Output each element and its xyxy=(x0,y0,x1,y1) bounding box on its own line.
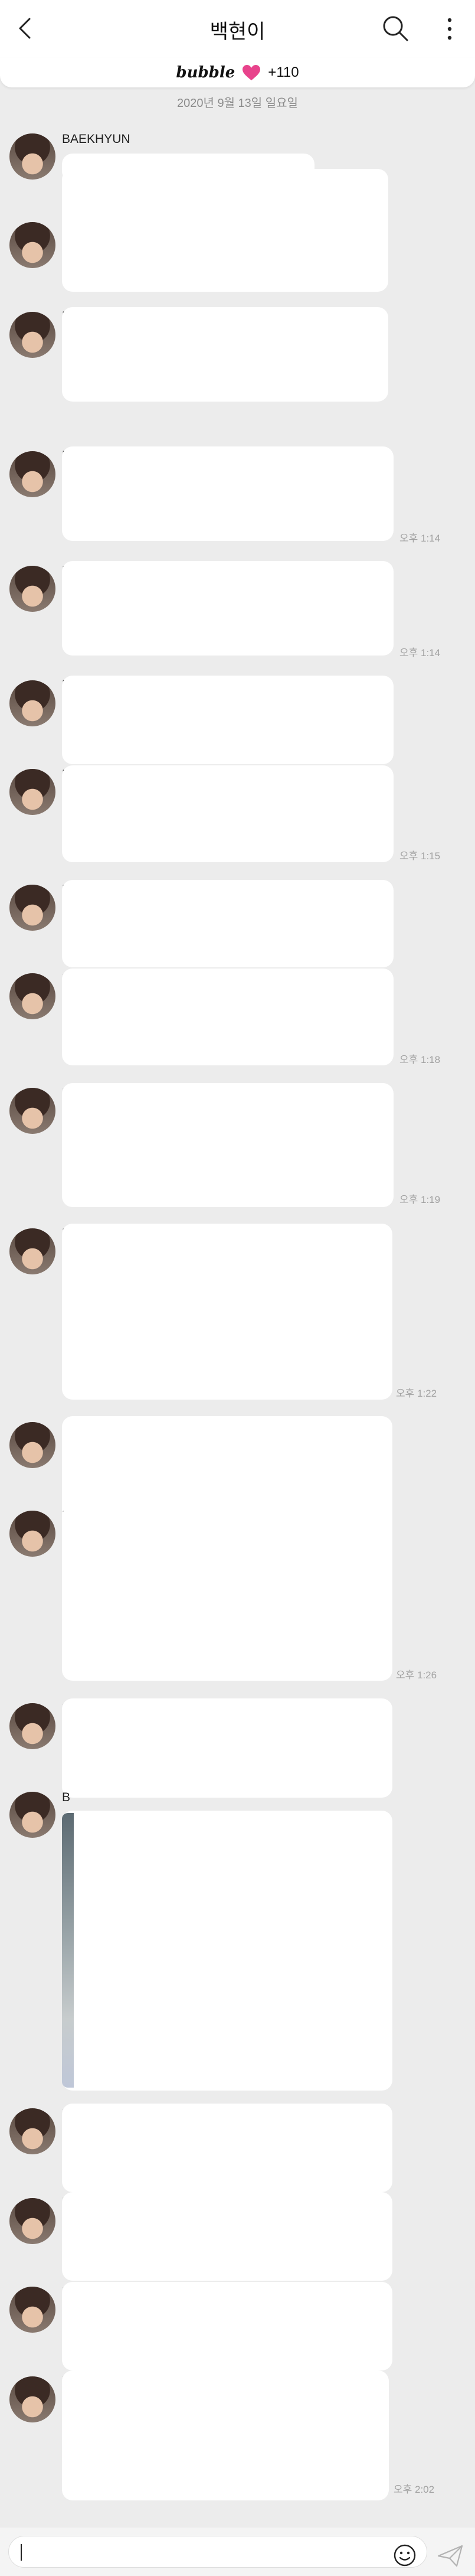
emoji-button[interactable] xyxy=(393,2544,417,2567)
avatar[interactable] xyxy=(9,566,55,612)
avatar[interactable] xyxy=(9,1422,55,1468)
heart-icon xyxy=(243,65,261,80)
avatar[interactable] xyxy=(9,2376,55,2422)
avatar[interactable] xyxy=(9,769,55,815)
send-button[interactable] xyxy=(437,2544,464,2568)
smiley-icon xyxy=(394,2544,416,2567)
more-vertical-icon xyxy=(447,18,452,40)
send-icon xyxy=(437,2545,463,2567)
avatar[interactable] xyxy=(9,222,55,268)
avatar[interactable] xyxy=(9,680,55,726)
bubble-bar[interactable]: bubble +110 xyxy=(0,58,475,87)
message-bubble[interactable] xyxy=(62,307,388,402)
date-divider: 2020년 9월 13일 일요일 xyxy=(177,97,298,110)
message-bubble[interactable] xyxy=(62,880,394,967)
message-bubble[interactable] xyxy=(62,676,394,764)
avatar[interactable] xyxy=(9,885,55,931)
message-bubble[interactable] xyxy=(62,2104,392,2192)
avatar[interactable] xyxy=(9,1088,55,1134)
avatar[interactable] xyxy=(9,451,55,497)
app-bar: 백현이 xyxy=(0,0,475,58)
more-options-button[interactable] xyxy=(441,17,458,41)
message-bubble[interactable] xyxy=(62,969,394,1065)
photo-attachment[interactable] xyxy=(62,1813,74,2088)
message-bubble[interactable] xyxy=(62,2192,392,2281)
message-time: 오후 1:15 xyxy=(399,850,441,862)
avatar[interactable] xyxy=(9,312,55,358)
message-bubble[interactable] xyxy=(62,2282,392,2370)
sender-name: BAEKHYUN xyxy=(62,132,130,146)
search-button[interactable] xyxy=(381,14,410,43)
message-bubble[interactable] xyxy=(62,561,394,656)
message-bubble[interactable] xyxy=(62,446,394,541)
message-bubble[interactable] xyxy=(62,1506,392,1681)
text-cursor xyxy=(21,2544,22,2561)
message-bubble[interactable] xyxy=(62,1811,392,2091)
message-bubble[interactable] xyxy=(62,2370,389,2500)
message-time: 오후 1:22 xyxy=(396,1388,437,1399)
message-bubble[interactable] xyxy=(62,765,394,862)
avatar[interactable] xyxy=(9,2198,55,2244)
avatar[interactable] xyxy=(9,133,55,180)
composer-bar xyxy=(0,2528,475,2576)
search-icon xyxy=(383,16,408,41)
avatar[interactable] xyxy=(9,2287,55,2333)
message-time: 오후 1:14 xyxy=(399,533,441,544)
avatar[interactable] xyxy=(9,1511,55,1557)
message-bubble[interactable] xyxy=(62,1698,392,1798)
message-input[interactable] xyxy=(8,2536,427,2568)
message-bubble[interactable] xyxy=(62,1224,392,1400)
avatar[interactable] xyxy=(9,1792,55,1838)
message-time: 오후 1:14 xyxy=(399,647,441,658)
message-time: 오후 1:26 xyxy=(396,1669,437,1681)
avatar[interactable] xyxy=(9,1228,55,1274)
message-bubble[interactable] xyxy=(62,169,388,292)
avatar[interactable] xyxy=(9,1703,55,1749)
avatar[interactable] xyxy=(9,973,55,1019)
message-time: 오후 1:19 xyxy=(399,1194,441,1205)
message-bubble[interactable] xyxy=(62,1083,394,1207)
bubble-count: +110 xyxy=(268,64,299,80)
sender-name: B xyxy=(62,1791,71,1804)
avatar[interactable] xyxy=(9,2108,55,2154)
message-time: 오후 2:02 xyxy=(394,2484,435,2495)
bubble-logo: bubble xyxy=(176,64,235,81)
message-time: 오후 1:18 xyxy=(399,1054,441,1065)
